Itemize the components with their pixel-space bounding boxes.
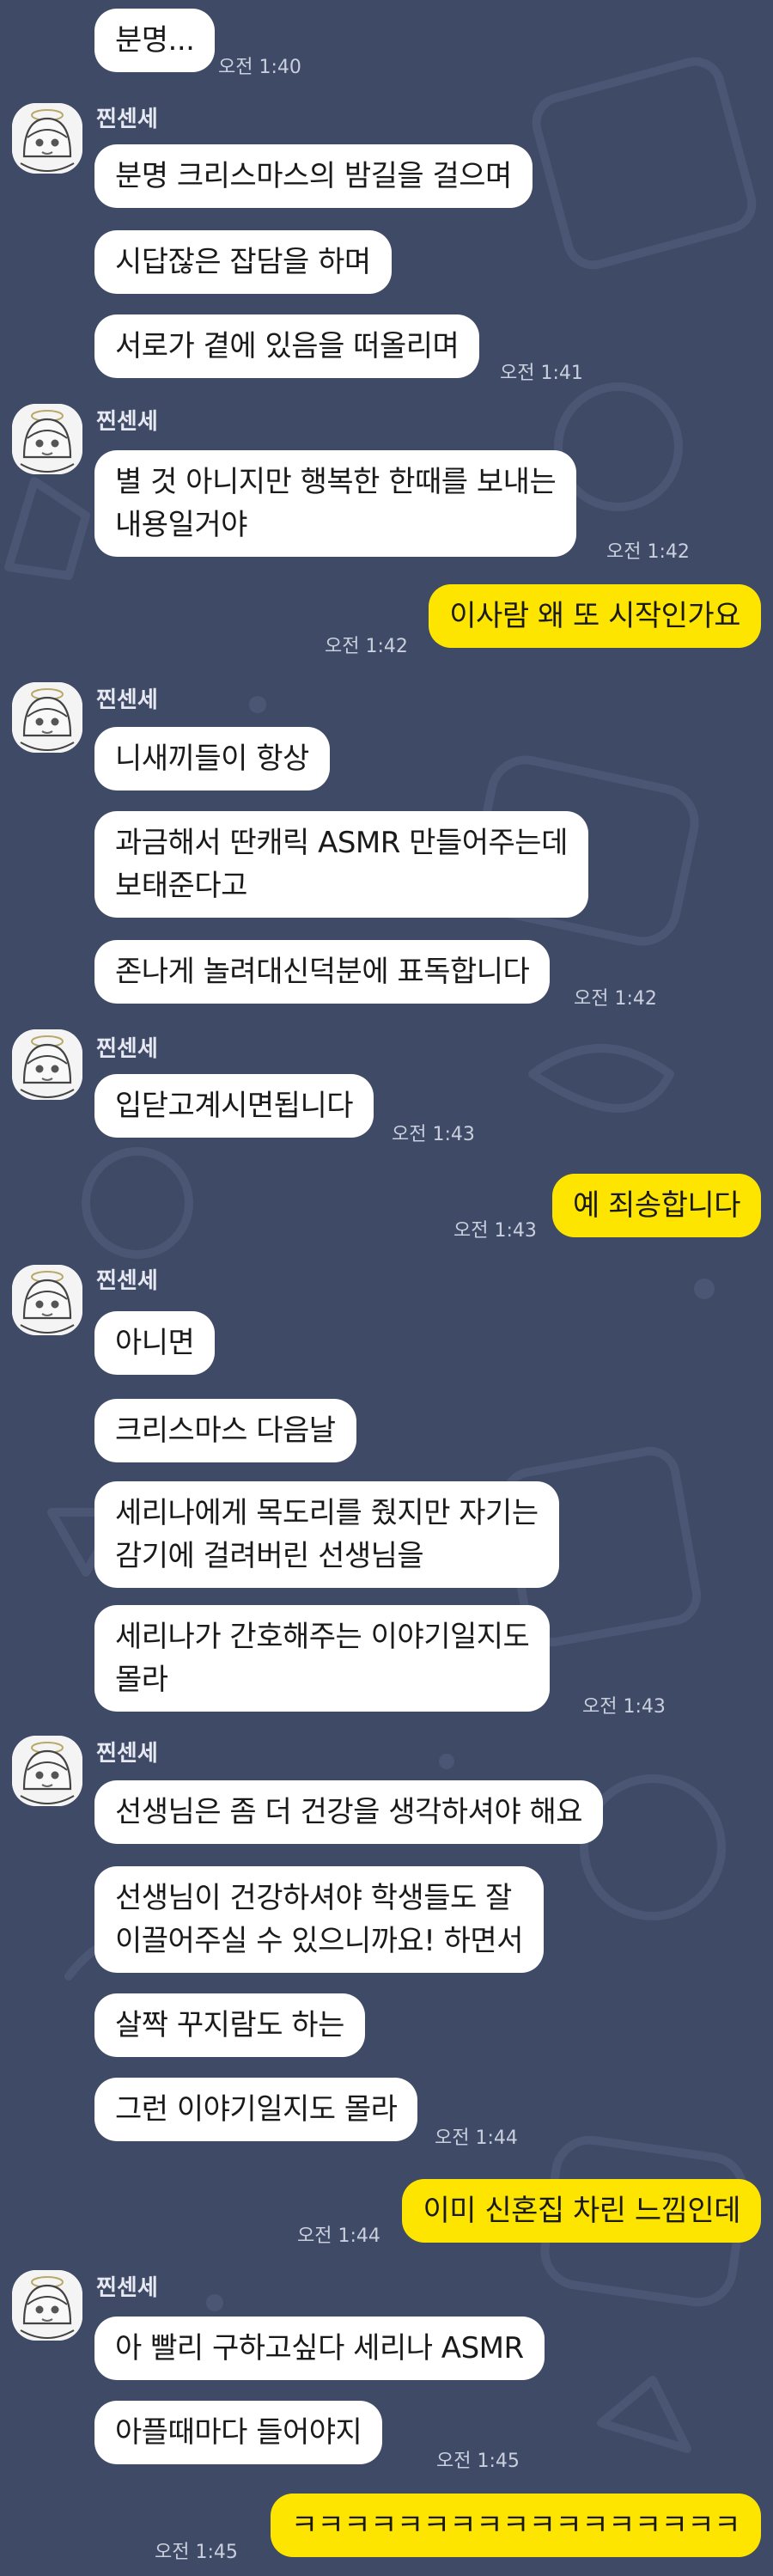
sender-avatar[interactable] [12,2270,82,2341]
message-timestamp: 오전 1:42 [325,636,408,657]
message-bubble[interactable]: 아플때마다 들어야지 [94,2401,383,2464]
message-bubble[interactable]: 아니면 [94,1311,216,1375]
sender-name: 찐센세 [96,1741,158,1767]
message-timestamp: 오전 1:44 [435,2127,518,2149]
message-timestamp: 오전 1:41 [500,363,583,384]
message-bubble[interactable]: 니새끼들이 항상 [94,727,330,791]
sender-name: 찐센세 [96,1268,158,1294]
sender-avatar[interactable] [12,1265,82,1335]
message-timestamp: 오전 1:43 [453,1220,537,1242]
sender-avatar[interactable] [12,1736,82,1806]
avatar-image [12,404,82,474]
avatar-image [12,682,82,753]
chat-area[interactable]: 분명... 오전 1:40 찐센세 분명 크리스마스의 밤길을 걸으며 시답잖은… [0,0,773,2576]
my-message-bubble[interactable]: 이사람 왜 또 시작인가요 [429,584,761,648]
message-bubble[interactable]: 살짝 꾸지람도 하는 [94,1993,365,2057]
my-message-bubble[interactable]: 이미 신혼집 차린 느낌인데 [402,2179,761,2243]
message-bubble[interactable]: 분명... [94,9,216,72]
message-bubble[interactable]: 존나게 놀려대신덕분에 표독합니다 [94,940,551,1004]
message-bubble[interactable]: 선생님은 좀 더 건강을 생각하셔야 해요 [94,1780,604,1844]
message-bubble[interactable]: 별 것 아니지만 행복한 한때를 보내는 내용일거야 [94,450,577,557]
message-timestamp: 오전 1:45 [436,2451,520,2472]
message-bubble[interactable]: 서로가 곁에 있음을 떠올리며 [94,314,480,378]
avatar-image [12,1265,82,1335]
avatar-image [12,1029,82,1100]
sender-avatar[interactable] [12,682,82,753]
message-bubble[interactable]: 아 빨리 구하고싶다 세리나 ASMR [94,2317,545,2380]
avatar-image [12,2270,82,2341]
my-message-bubble[interactable]: ㅋㅋㅋㅋㅋㅋㅋㅋㅋㅋㅋㅋㅋㅋㅋㅋㅋ [270,2494,761,2557]
message-bubble[interactable]: 크리스마스 다음날 [94,1399,356,1462]
avatar-image [12,103,82,174]
message-bubble[interactable]: 세리나가 간호해주는 이야기일지도 몰라 [94,1605,551,1712]
message-bubble[interactable]: 분명 크리스마스의 밤길을 걸으며 [94,144,533,208]
my-message-bubble[interactable]: 예 죄송합니다 [552,1174,761,1237]
sender-name: 찐센세 [96,1036,158,1062]
message-timestamp: 오전 1:40 [218,57,301,78]
message-bubble[interactable]: 그런 이야기일지도 몰라 [94,2078,418,2141]
message-timestamp: 오전 1:43 [392,1124,475,1145]
avatar-image [12,1736,82,1806]
sender-name: 찐센세 [96,687,158,713]
message-bubble[interactable]: 세리나에게 목도리를 줬지만 자기는 감기에 걸려버린 선생님을 [94,1481,559,1588]
sender-avatar[interactable] [12,103,82,174]
sender-name: 찐센세 [96,409,158,435]
message-timestamp: 오전 1:44 [297,2225,380,2247]
sender-avatar[interactable] [12,404,82,474]
message-timestamp: 오전 1:45 [155,2542,238,2563]
sender-name: 찐센세 [96,2275,158,2301]
sender-name: 찐센세 [96,107,158,132]
message-timestamp: 오전 1:42 [606,541,690,563]
message-bubble[interactable]: 과금해서 딴캐릭 ASMR 만들어주는데 보태준다고 [94,811,588,918]
message-bubble[interactable]: 시답잖은 잡담을 하며 [94,230,392,294]
message-bubble[interactable]: 선생님이 건강하셔야 학생들도 잘 이끌어주실 수 있으니까요! 하면서 [94,1866,544,1973]
message-timestamp: 오전 1:42 [574,988,657,1010]
message-timestamp: 오전 1:43 [582,1696,666,1718]
sender-avatar[interactable] [12,1029,82,1100]
message-bubble[interactable]: 입닫고계시면됩니다 [94,1074,374,1138]
